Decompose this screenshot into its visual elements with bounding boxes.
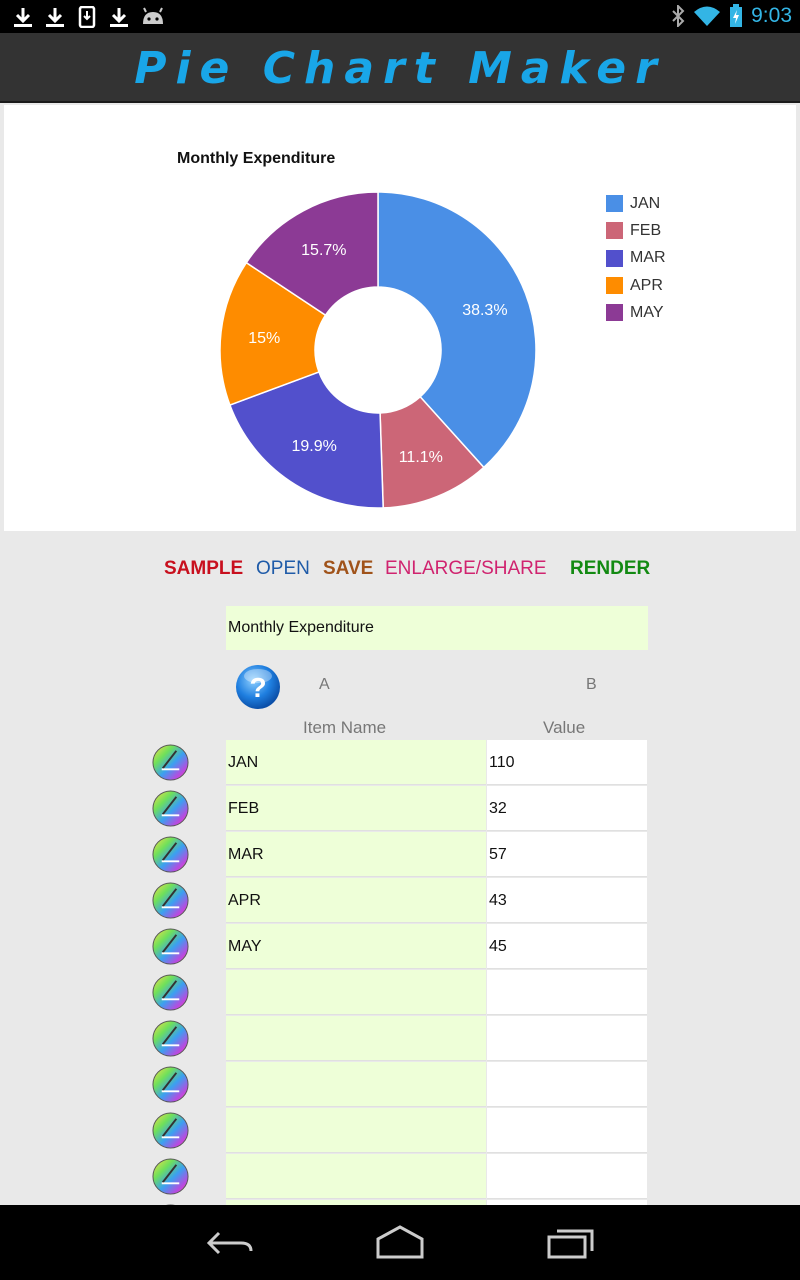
table-row — [0, 1108, 800, 1154]
open-button[interactable]: OPEN — [256, 558, 310, 580]
value-cell[interactable] — [487, 1108, 647, 1153]
download-icon — [110, 8, 128, 27]
chart-legend: JAN FEB MAR APR MAY — [606, 190, 666, 326]
item-name-cell[interactable] — [226, 1154, 486, 1199]
item-name-header: Item Name — [303, 718, 387, 737]
app-bar: Pie Chart Maker — [0, 33, 800, 103]
item-name-cell[interactable]: MAY — [226, 924, 486, 969]
color-picker-icon[interactable] — [151, 1019, 190, 1058]
download-icon — [46, 8, 64, 27]
color-picker-icon[interactable] — [151, 789, 190, 828]
color-picker-icon[interactable] — [151, 1065, 190, 1104]
table-row: JAN 110 — [0, 740, 800, 786]
item-name-cell[interactable]: FEB — [226, 786, 486, 831]
svg-text:?: ? — [249, 672, 266, 703]
value-cell[interactable]: 43 — [487, 878, 647, 923]
bluetooth-icon — [672, 5, 685, 27]
legend-swatch — [606, 195, 623, 213]
legend-label: MAR — [630, 249, 666, 267]
value-cell[interactable] — [487, 1062, 647, 1107]
legend-label: JAN — [630, 194, 661, 212]
item-name-cell[interactable] — [226, 1108, 486, 1153]
value-cell[interactable] — [487, 970, 647, 1015]
legend-item-may: MAY — [606, 299, 666, 326]
legend-item-jan: JAN — [606, 190, 666, 217]
legend-swatch — [606, 249, 623, 267]
back-icon[interactable] — [205, 1225, 255, 1261]
enlarge-share-button[interactable]: ENLARGE/SHARE — [385, 558, 547, 580]
download-box-icon — [78, 6, 96, 28]
color-picker-icon[interactable] — [151, 973, 190, 1012]
item-name-cell[interactable]: APR — [226, 878, 486, 923]
item-name-cell[interactable]: JAN — [226, 740, 486, 785]
pie-chart: 38.3% 11.1% 19.9% 15% 15.7% — [219, 191, 537, 509]
value-cell[interactable]: 45 — [487, 924, 647, 969]
sample-button[interactable]: SAMPLE — [164, 558, 243, 580]
color-picker-icon[interactable] — [151, 1111, 190, 1150]
legend-label: MAY — [630, 303, 664, 321]
legend-item-feb: FEB — [606, 217, 666, 244]
table-row — [0, 1062, 800, 1108]
legend-label: FEB — [630, 221, 662, 239]
table-row: MAY 45 — [0, 924, 800, 970]
item-name-cell[interactable] — [226, 1016, 486, 1061]
status-bar: 9:03 — [0, 0, 800, 33]
value-cell[interactable] — [487, 1016, 647, 1061]
value-cell[interactable] — [487, 1154, 647, 1199]
android-icon — [143, 7, 163, 24]
table-row — [0, 970, 800, 1016]
battery-charging-icon — [730, 4, 743, 27]
recent-apps-icon[interactable] — [546, 1225, 596, 1261]
color-picker-icon[interactable] — [151, 927, 190, 966]
color-picker-icon[interactable] — [151, 1157, 190, 1196]
slice-label-apr: 15% — [248, 330, 280, 347]
value-header: Value — [543, 718, 586, 737]
item-name-cell[interactable] — [226, 970, 486, 1015]
value-cell[interactable]: 32 — [487, 786, 647, 831]
chart-title-input[interactable]: Monthly Expenditure — [226, 606, 648, 650]
legend-item-apr: APR — [606, 272, 666, 299]
table-row: APR 43 — [0, 878, 800, 924]
legend-swatch — [606, 277, 623, 295]
slice-label-jan: 38.3% — [462, 302, 507, 319]
table-row — [0, 1016, 800, 1062]
wifi-icon — [694, 6, 721, 26]
slice-label-mar: 19.9% — [292, 438, 337, 455]
home-icon[interactable] — [375, 1225, 425, 1261]
legend-item-mar: MAR — [606, 245, 666, 272]
table-row — [0, 1154, 800, 1200]
download-icon — [14, 8, 32, 27]
slice-label-may: 15.7% — [301, 242, 346, 259]
save-button[interactable]: SAVE — [323, 558, 373, 580]
color-picker-icon[interactable] — [151, 835, 190, 874]
color-picker-icon[interactable] — [151, 881, 190, 920]
table-row: FEB 32 — [0, 786, 800, 832]
item-name-cell[interactable] — [226, 1062, 486, 1107]
column-b-label: B — [586, 676, 597, 693]
column-a-label: A — [319, 676, 330, 693]
chart-panel: Monthly Expenditure 38.3% 11.1% 19.9% 15% 15… — [4, 105, 796, 531]
app-title: Pie Chart Maker — [134, 43, 666, 94]
value-cell[interactable]: 110 — [487, 740, 647, 785]
legend-swatch — [606, 222, 623, 240]
data-table: JAN 110 FEB 32 MAR 57 APR 43 MAY 45 — [0, 740, 800, 1205]
help-icon[interactable]: ? — [235, 664, 281, 710]
color-picker-icon[interactable] — [151, 743, 190, 782]
clock: 9:03 — [751, 4, 792, 27]
value-cell[interactable]: 57 — [487, 832, 647, 877]
donut-hole — [315, 287, 441, 413]
slice-label-feb: 11.1% — [399, 449, 443, 466]
render-button[interactable]: RENDER — [570, 558, 650, 580]
table-row: MAR 57 — [0, 832, 800, 878]
item-name-cell[interactable]: MAR — [226, 832, 486, 877]
legend-swatch — [606, 304, 623, 322]
action-bar: SAMPLE OPEN SAVE ENLARGE/SHARE RENDER — [0, 558, 800, 582]
navigation-bar — [0, 1205, 800, 1280]
legend-label: APR — [630, 276, 663, 294]
